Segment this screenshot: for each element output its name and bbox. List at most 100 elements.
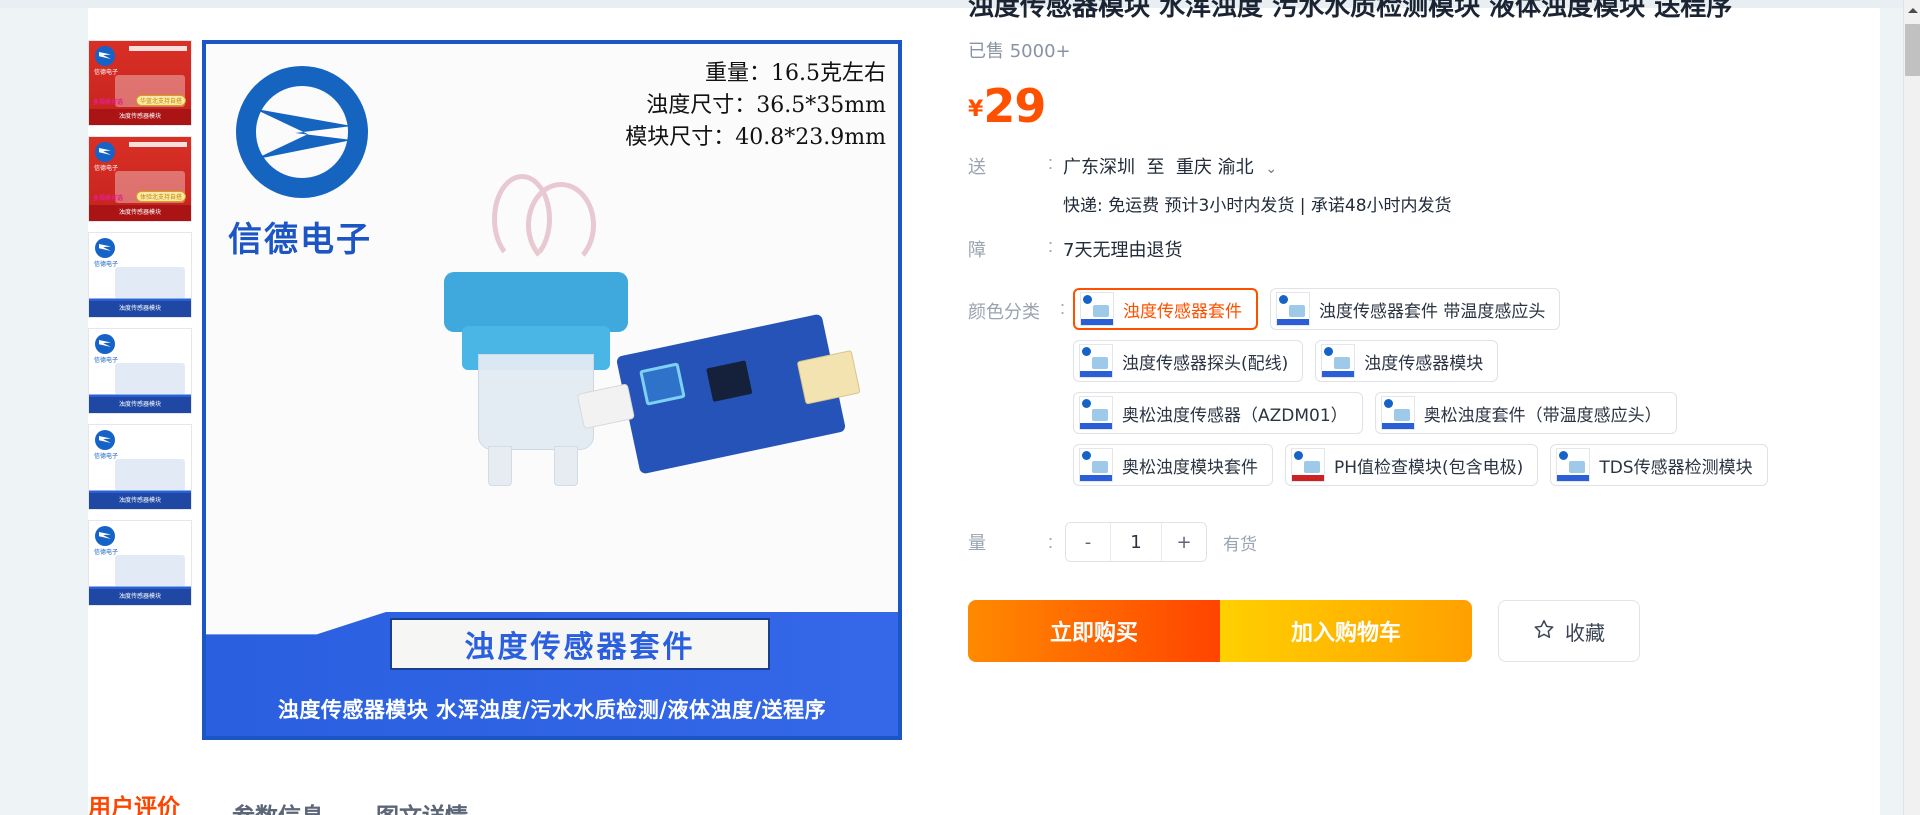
thumb-footer-text: 浊度传感器模块 xyxy=(89,493,191,509)
sku-option[interactable]: 浊度传感器探头(配线) xyxy=(1073,340,1304,383)
sku-option-label: 浊度传感器套件 带温度感应头 xyxy=(1319,301,1546,322)
delivery-label: 送 xyxy=(968,157,996,179)
probe-leg xyxy=(488,446,512,486)
sku-label: 颜色分类 xyxy=(968,302,1040,324)
brand-logo-icon xyxy=(95,334,115,354)
sku-option[interactable]: 奥松浊度传感器（AZDM01） xyxy=(1073,392,1363,435)
sku-colon: : xyxy=(1060,298,1066,319)
thumb-footer-text: 浊度传感器模块 xyxy=(89,109,191,125)
sku-option[interactable]: 奥松浊度模块套件 xyxy=(1073,444,1274,487)
quantity-decrement-button[interactable]: - xyxy=(1066,523,1111,562)
hero-brand-text: 信德电子 xyxy=(228,220,372,260)
star-icon xyxy=(1533,618,1555,645)
delivery-detail: 快递: 免运费 预计3小时内发货 | 承诺48小时内发货 xyxy=(1063,196,1452,217)
thumb-chip-text: 华蓝北支持自搭 xyxy=(135,95,186,106)
brand-logo-icon xyxy=(95,46,115,66)
hero-spec-module: 模块尺寸：40.8*23.9mm xyxy=(625,124,886,150)
thumb-chip-text: 体验北支持自搭 xyxy=(135,191,186,202)
sku-option[interactable]: 奥松浊度套件（带温度感应头） xyxy=(1374,392,1677,435)
delivery-to-word: 至 xyxy=(1146,157,1165,179)
delivery-destination[interactable]: 重庆 渝北 xyxy=(1176,157,1254,178)
guarantee-row: 障 : 7天无理由退货 xyxy=(968,236,1868,262)
sku-thumbnail-icon xyxy=(1079,344,1114,379)
detail-tab[interactable]: 参数信息 xyxy=(232,797,324,815)
thumbnail-item[interactable]: 信德电子 浊度传感器模块 xyxy=(88,424,192,510)
quantity-input[interactable]: 1 xyxy=(1110,523,1163,562)
thumb-photo xyxy=(115,267,185,299)
product-card: 信德电子 多规格可选 华蓝北支持自搭 浊度传感器模块 信德电子 多规格可选 体验北支持自搭浊… xyxy=(88,0,1880,815)
sku-option-label: 浊度传感器探头(配线) xyxy=(1122,353,1289,374)
main-product-image[interactable]: 信德电子 重量：16.5克左右 浊度尺寸：36.5*35mm 模块尺寸：40.8… xyxy=(202,40,902,740)
thumbnail-item[interactable]: 信德电子 浊度传感器模块 xyxy=(88,520,192,606)
sku-option-label: 浊度传感器模块 xyxy=(1364,353,1484,374)
detail-tab[interactable]: 图文详情 xyxy=(376,797,468,815)
sku-thumbnail-icon xyxy=(1291,448,1326,483)
delivery-row: 送 : 广东深圳 至 重庆 渝北 ⌄ 快递: 免运费 预计3小时内发货 | 承诺… xyxy=(968,153,1868,216)
action-buttons: 立即购买 加入购物车 收藏 xyxy=(968,600,1868,663)
thumb-brand: 信德电子 xyxy=(94,70,119,76)
sku-thumbnail-icon xyxy=(1556,448,1591,483)
sku-thumbnail-icon xyxy=(1276,292,1311,327)
quantity-increment-button[interactable]: + xyxy=(1162,523,1207,562)
sku-option-label: PH值检查模块(包含电极) xyxy=(1334,457,1524,478)
product-price: ¥29 xyxy=(968,79,1868,133)
guarantee-value: 7天无理由退货 xyxy=(1063,240,1183,262)
thumbnail-item[interactable]: 信德电子 浊度传感器模块 xyxy=(88,232,192,318)
sku-thumbnail-icon xyxy=(1080,292,1115,327)
sku-option-label: 奥松浊度套件（带温度感应头） xyxy=(1423,405,1662,426)
buy-now-button[interactable]: 立即购买 xyxy=(968,600,1220,663)
thumb-brand: 信德电子 xyxy=(94,550,119,556)
thumb-top-line xyxy=(129,142,187,147)
thumbnail-item[interactable]: 信德电子 多规格可选 体验北支持自搭 浊度传感器模块 xyxy=(88,136,192,222)
currency-symbol: ¥ xyxy=(968,97,984,123)
sku-option-label: TDS传感器检测模块 xyxy=(1599,457,1753,478)
probe-leg xyxy=(554,446,578,486)
quantity-row: 量 : - 1 + 有货 xyxy=(968,522,1868,563)
delivery-origin[interactable]: 广东深圳 xyxy=(1063,157,1135,178)
quantity-label: 量 xyxy=(968,533,996,555)
sku-thumbnail-icon xyxy=(1079,396,1114,431)
sku-option-label: 浊度传感器套件 xyxy=(1123,301,1243,322)
sku-option[interactable]: 浊度传感器套件 带温度感应头 xyxy=(1270,288,1561,331)
chevron-down-icon[interactable]: ⌄ xyxy=(1265,161,1277,177)
sku-option[interactable]: TDS传感器检测模块 xyxy=(1550,444,1768,487)
hero-spec-list: 重量：16.5克左右 浊度尺寸：36.5*35mm 模块尺寸：40.8*23.9… xyxy=(625,58,886,154)
page-scrollbar[interactable] xyxy=(1903,0,1920,815)
guarantee-colon: : xyxy=(1048,236,1054,257)
connector-icon xyxy=(796,349,861,405)
favorite-button[interactable]: 收藏 xyxy=(1498,600,1640,663)
thumb-footer-text: 浊度传感器模块 xyxy=(89,205,191,221)
thumb-brand: 信德电子 xyxy=(94,358,119,364)
detail-tabs: 用户评价 参数信息 图文详情 xyxy=(88,788,468,815)
sku-thumbnail-icon xyxy=(1079,448,1114,483)
main-image-canvas: 信德电子 重量：16.5克左右 浊度尺寸：36.5*35mm 模块尺寸：40.8… xyxy=(206,44,898,736)
favorite-label: 收藏 xyxy=(1565,620,1605,645)
quantity-stepper[interactable]: - 1 + xyxy=(1065,522,1208,563)
hero-caption: 浊度传感器模块 水浑浊度/污水水质检测/液体浊度/送程序 xyxy=(277,698,827,722)
thumbnail-item[interactable]: 信德电子多规格可选 华蓝北支持自搭浊度传感器模块 xyxy=(88,40,192,126)
thumb-footer-text: 浊度传感器模块 xyxy=(89,397,191,413)
scrollbar-thumb[interactable] xyxy=(1905,24,1920,76)
scroll-up-button[interactable] xyxy=(1904,2,1920,19)
product-photo xyxy=(376,174,876,534)
sensor-board xyxy=(576,313,861,475)
thumb-pink-text: 多规格可选 xyxy=(93,196,124,202)
sku-thumbnail-icon xyxy=(1321,344,1356,379)
potentiometer-icon xyxy=(639,362,686,406)
thumb-pink-text: 多规格可选 xyxy=(93,100,124,106)
sku-selector: 颜色分类 : 浊度传感器套件 浊度传感器套件 带温度感应头浊度传感器探头(配线) 浊… xyxy=(968,288,1868,487)
sku-option[interactable]: PH值检查模块(包含电极) xyxy=(1285,444,1539,487)
brand-logo-icon xyxy=(95,526,115,546)
detail-tab[interactable]: 用户评价 xyxy=(88,788,180,815)
thumb-top-line xyxy=(129,238,187,243)
chevron-up-icon xyxy=(1907,8,1918,13)
add-to-cart-button[interactable]: 加入购物车 xyxy=(1220,600,1472,663)
thumbnail-item[interactable]: 信德电子浊度传感器模块 xyxy=(88,328,192,414)
product-page: 信德电子 多规格可选 华蓝北支持自搭 浊度传感器模块 信德电子 多规格可选 体验北支持自搭浊… xyxy=(0,0,1920,815)
thumb-photo xyxy=(115,555,185,587)
stock-status: 有货 xyxy=(1223,534,1258,555)
sku-option[interactable]: 浊度传感器套件 xyxy=(1073,288,1259,331)
company-logo-icon xyxy=(236,66,368,198)
sku-option[interactable]: 浊度传感器模块 xyxy=(1315,340,1499,383)
thumbnail-list: 信德电子 多规格可选 华蓝北支持自搭 浊度传感器模块 信德电子 多规格可选 体验北支持自搭浊… xyxy=(88,40,192,606)
